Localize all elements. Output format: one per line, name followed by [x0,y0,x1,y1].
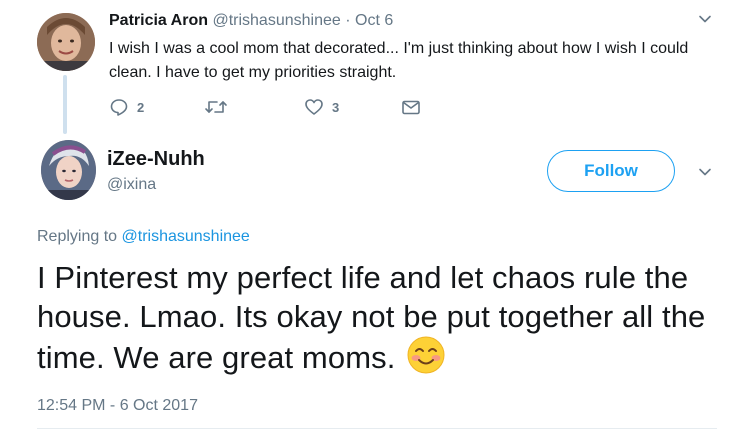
reply-tweet-body: I Pinterest my perfect life and let chao… [37,260,706,375]
parent-tweet-header: Patricia Aron @trishasunshinee · Oct 6 [109,11,393,31]
thread-connector-line [63,75,67,134]
divider [37,428,717,429]
reply-icon [110,99,128,116]
reply-handle[interactable]: @ixina [107,175,156,195]
retweet-icon [205,101,227,113]
header-separator: · [345,12,351,29]
parent-display-name[interactable]: Patricia Aron [109,12,208,29]
replying-to-mention[interactable]: @trishasunshinee [122,228,250,245]
like-count: 3 [332,99,340,115]
follow-button[interactable]: Follow [547,150,675,192]
parent-avatar-image [37,13,95,71]
reply-avatar[interactable] [41,140,96,200]
direct-message-action[interactable] [401,95,421,119]
blushing-smile-emoji-icon [407,336,445,374]
direct-message-icon [402,100,420,115]
chevron-down-icon[interactable] [698,12,712,26]
reply-tweet-text: I Pinterest my perfect life and let chao… [37,258,727,377]
reply-display-name[interactable]: iZee-Nuhh [107,147,205,171]
parent-tweet-text: I wish I was a cool mom that decorated..… [109,40,689,81]
parent-date[interactable]: Oct 6 [355,12,393,29]
reply-avatar-image [41,140,96,200]
reply-action[interactable]: 2 [109,95,144,119]
reply-timestamp[interactable]: 12:54 PM - 6 Oct 2017 [37,396,198,416]
chevron-down-icon[interactable] [698,165,712,179]
replying-to-line: Replying to @trishasunshinee [37,227,250,247]
parent-avatar[interactable] [37,13,95,71]
parent-handle[interactable]: @trishasunshinee [212,12,340,29]
like-action[interactable]: 3 [304,95,339,119]
retweet-action[interactable] [204,95,228,119]
like-icon [305,99,323,115]
replying-prefix: Replying to [37,228,118,245]
reply-count: 2 [137,99,145,115]
